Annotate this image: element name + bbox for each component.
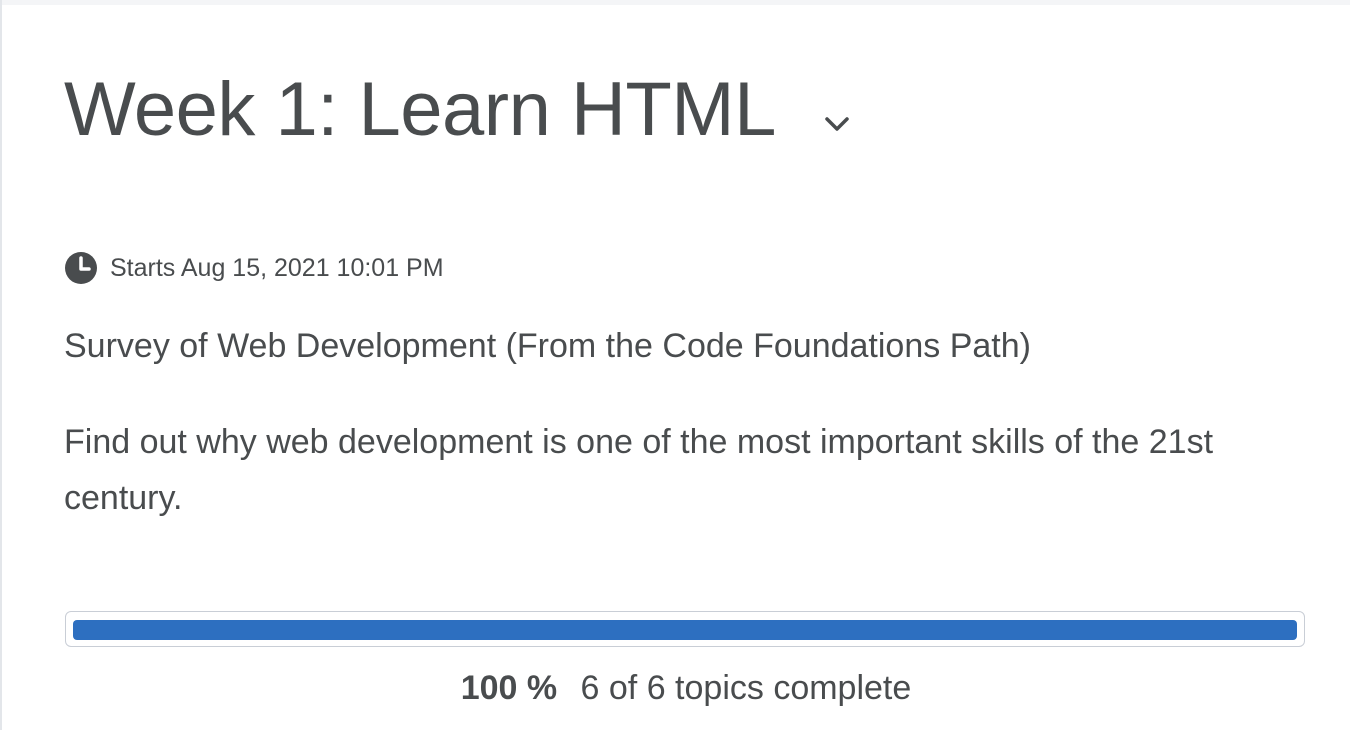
chevron-down-icon[interactable]	[820, 107, 854, 141]
clock-icon	[64, 251, 98, 285]
progress-caption: 100 % 6 of 6 topics complete	[64, 664, 1308, 712]
progress-bar-fill	[73, 620, 1297, 640]
module-subtitle: Survey of Web Development (From the Code…	[64, 327, 1031, 365]
progress-percent: 100 %	[460, 669, 558, 707]
module-panel: Week 1: Learn HTML Starts Aug 15, 2021 1…	[64, 0, 1308, 730]
module-title: Week 1: Learn HTML	[64, 67, 776, 152]
module-start-date: Starts Aug 15, 2021 10:01 PM	[64, 251, 444, 285]
module-description: Find out why web development is one of t…	[64, 423, 1214, 517]
module-header: Week 1: Learn HTML	[64, 60, 854, 160]
left-divider	[0, 0, 2, 730]
progress-bar	[65, 611, 1305, 647]
start-date-text: Starts Aug 15, 2021 10:01 PM	[110, 253, 444, 282]
progress-detail: 6 of 6 topics complete	[580, 669, 912, 707]
